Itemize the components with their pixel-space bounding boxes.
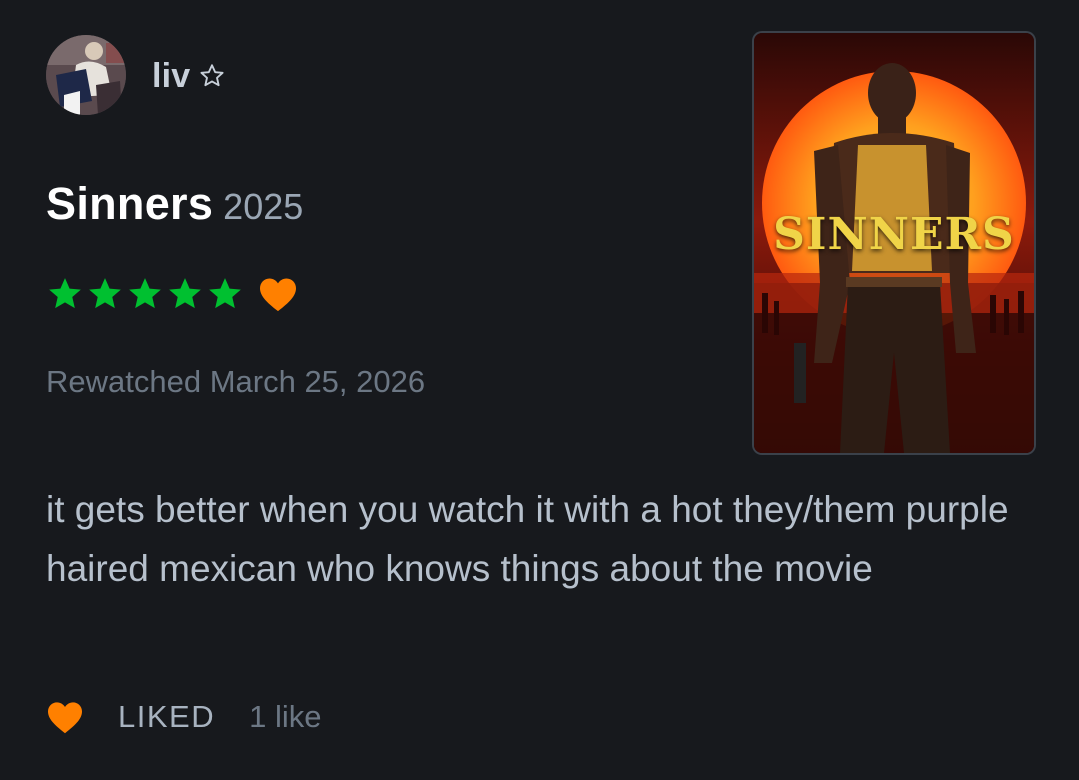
star-icon xyxy=(86,275,124,313)
rating xyxy=(46,275,298,313)
star-icon xyxy=(166,275,204,313)
avatar-image xyxy=(46,35,126,115)
film-year[interactable]: 2025 xyxy=(223,186,303,228)
liked-button[interactable]: LIKED xyxy=(118,699,215,735)
username[interactable]: liv xyxy=(152,57,190,96)
film-title-row: Sinners 2025 xyxy=(46,178,303,230)
review-card: liv Sinners 2025 Rewatched March 25, 202… xyxy=(0,0,1079,780)
star-outline-icon xyxy=(198,62,226,90)
star-icon xyxy=(46,275,84,313)
like-button-heart-icon[interactable] xyxy=(46,700,84,734)
film-poster[interactable]: SINNERS xyxy=(754,33,1034,453)
review-footer: LIKED 1 like xyxy=(46,695,321,739)
review-body: it gets better when you watch it with a … xyxy=(46,489,1009,589)
watched-date: Rewatched March 25, 2026 xyxy=(46,364,426,399)
star-icon xyxy=(206,275,244,313)
like-count-link[interactable]: 1 like xyxy=(249,699,321,735)
poster-title: SINNERS xyxy=(773,209,1015,260)
film-title[interactable]: Sinners xyxy=(46,178,213,230)
avatar[interactable] xyxy=(46,35,126,115)
username-row[interactable]: liv xyxy=(152,56,226,96)
star-icon xyxy=(126,275,164,313)
heart-icon xyxy=(258,276,298,312)
